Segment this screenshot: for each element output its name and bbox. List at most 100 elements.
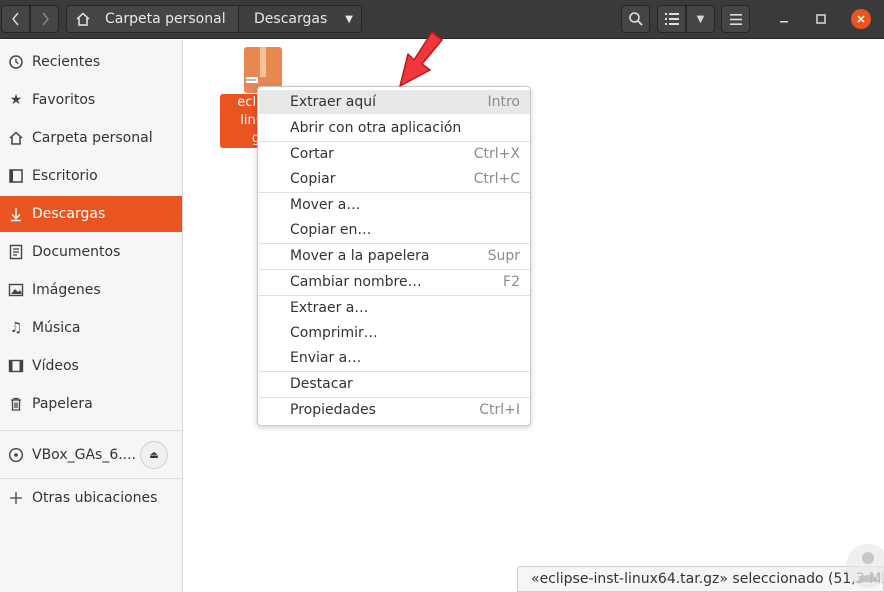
menu-item-label: Mover a… [290,197,361,213]
close-icon [857,15,865,23]
minimize-button[interactable] [774,9,794,29]
search-icon [628,12,643,26]
close-button[interactable] [851,9,871,29]
sidebar-item-imagenes[interactable]: Imágenes [0,272,182,308]
menu-item-label: Copiar [290,171,336,187]
menu-item-label: Abrir con otra aplicación [290,120,462,136]
menu-item-extraer-aqui[interactable]: Extraer aquí Intro [259,90,530,114]
caret-down-icon: ▼ [345,13,353,25]
sidebar-item-label: Imágenes [32,282,101,298]
view-options-button[interactable]: ▼ [686,5,715,33]
sidebar-item-label: Música [32,320,81,336]
path-home-button[interactable]: Carpeta personal [67,6,239,32]
menu-item-label: Copiar en… [290,222,372,238]
sidebar-item-label: Carpeta personal [32,130,153,146]
menu-item-label: Propiedades [290,402,376,418]
list-view-icon [664,13,679,25]
list-view-button[interactable] [657,5,686,33]
sidebar-separator [0,478,182,479]
red-arrow-icon [399,31,443,87]
menu-item-shortcut: Ctrl+I [479,402,520,418]
menu-item-comprimir[interactable]: Comprimir… [259,321,530,345]
music-icon: ♫ [9,320,23,336]
desktop-icon [8,168,24,184]
sidebar-item-device[interactable]: VBox_GAs_6.... ⏏ [0,434,182,476]
sidebar-item-label: Otras ubicaciones [32,490,158,506]
menu-item-label: Enviar a… [290,350,362,366]
sidebar-separator [0,430,182,431]
chevron-left-icon [11,12,19,26]
sidebar-item-label: Escritorio [32,168,98,184]
home-icon [76,12,90,26]
menu-item-label: Cambiar nombre… [290,274,422,290]
sidebar: Recientes ★ Favoritos Carpeta personal E… [0,40,183,592]
star-icon: ★ [9,92,23,108]
forward-button[interactable] [30,5,59,33]
video-icon [8,358,24,374]
menu-item-cortar[interactable]: Cortar Ctrl+X [259,142,530,166]
document-icon [8,244,24,260]
sidebar-item-label: Papelera [32,396,93,412]
home-icon [8,130,24,146]
menu-item-destacar[interactable]: Destacar [259,372,530,396]
download-icon [8,206,24,222]
menu-item-shortcut: Supr [487,248,520,264]
hamburger-icon [729,13,742,25]
menu-item-copiar-en[interactable]: Copiar en… [259,218,530,242]
maximize-button[interactable] [811,9,831,29]
menu-item-copiar[interactable]: Copiar Ctrl+C [259,167,530,191]
sidebar-item-papelera[interactable]: Papelera [0,386,182,422]
sidebar-item-descargas[interactable]: Descargas [0,196,182,232]
sidebar-item-escritorio[interactable]: Escritorio [0,158,182,194]
menu-item-cambiar-nombre[interactable]: Cambiar nombre… F2 [259,270,530,294]
menu-item-mover-a[interactable]: Mover a… [259,193,530,217]
sidebar-item-carpeta-personal[interactable]: Carpeta personal [0,120,182,156]
menu-item-label: Extraer a… [290,300,369,316]
search-button[interactable] [621,5,650,33]
path-bar: Carpeta personal Descargas ▼ [66,5,362,33]
status-bar: «eclipse-inst-linux64.tar.gz» selecciona… [517,566,884,592]
trash-icon [8,396,24,412]
menu-item-abrir-con[interactable]: Abrir con otra aplicación [259,116,530,140]
back-button[interactable] [1,5,30,33]
menu-item-extraer-a[interactable]: Extraer a… [259,296,530,320]
menu-item-mover-papelera[interactable]: Mover a la papelera Supr [259,244,530,268]
caret-down-icon: ▼ [696,13,705,25]
sidebar-item-videos[interactable]: Vídeos [0,348,182,384]
menu-item-shortcut: F2 [503,274,520,290]
menu-item-shortcut: Ctrl+C [473,171,520,187]
image-icon [8,282,24,298]
chevron-right-icon [41,12,49,26]
path-current-button[interactable]: Descargas ▼ [239,6,361,32]
clock-icon [8,54,24,70]
context-menu: Extraer aquí Intro Abrir con otra aplica… [257,86,531,426]
sidebar-item-recientes[interactable]: Recientes [0,44,182,80]
sidebar-item-favoritos[interactable]: ★ Favoritos [0,82,182,118]
file-manager-window: Carpeta personal Descargas ▼ ▼ Recientes… [0,0,884,592]
sidebar-item-label: Documentos [32,244,121,260]
sidebar-item-label: Vídeos [32,358,79,374]
menu-item-label: Comprimir… [290,325,378,341]
sidebar-item-label: Descargas [32,206,106,222]
path-current-label: Descargas [254,11,328,27]
minimize-icon [780,21,788,23]
sidebar-item-otras-ubicaciones[interactable]: Otras ubicaciones [0,480,182,516]
menu-item-propiedades[interactable]: Propiedades Ctrl+I [259,398,530,422]
menu-item-shortcut: Ctrl+X [473,146,520,162]
menu-button[interactable] [721,5,750,33]
eject-icon: ⏏ [149,449,159,461]
menu-item-label: Destacar [290,376,353,392]
menu-item-enviar-a[interactable]: Enviar a… [259,346,530,370]
disc-icon [8,447,24,463]
sidebar-item-documentos[interactable]: Documentos [0,234,182,270]
sidebar-item-musica[interactable]: ♫ Música [0,310,182,346]
path-home-label: Carpeta personal [105,11,226,27]
menu-item-shortcut: Intro [487,94,520,110]
maximize-icon [816,14,826,24]
sidebar-item-label: Recientes [32,54,101,70]
sidebar-item-label: Favoritos [32,92,96,108]
eject-button[interactable]: ⏏ [140,441,168,469]
menu-item-label: Extraer aquí [290,94,377,110]
plus-icon [8,490,24,506]
menu-item-label: Mover a la papelera [290,248,430,264]
